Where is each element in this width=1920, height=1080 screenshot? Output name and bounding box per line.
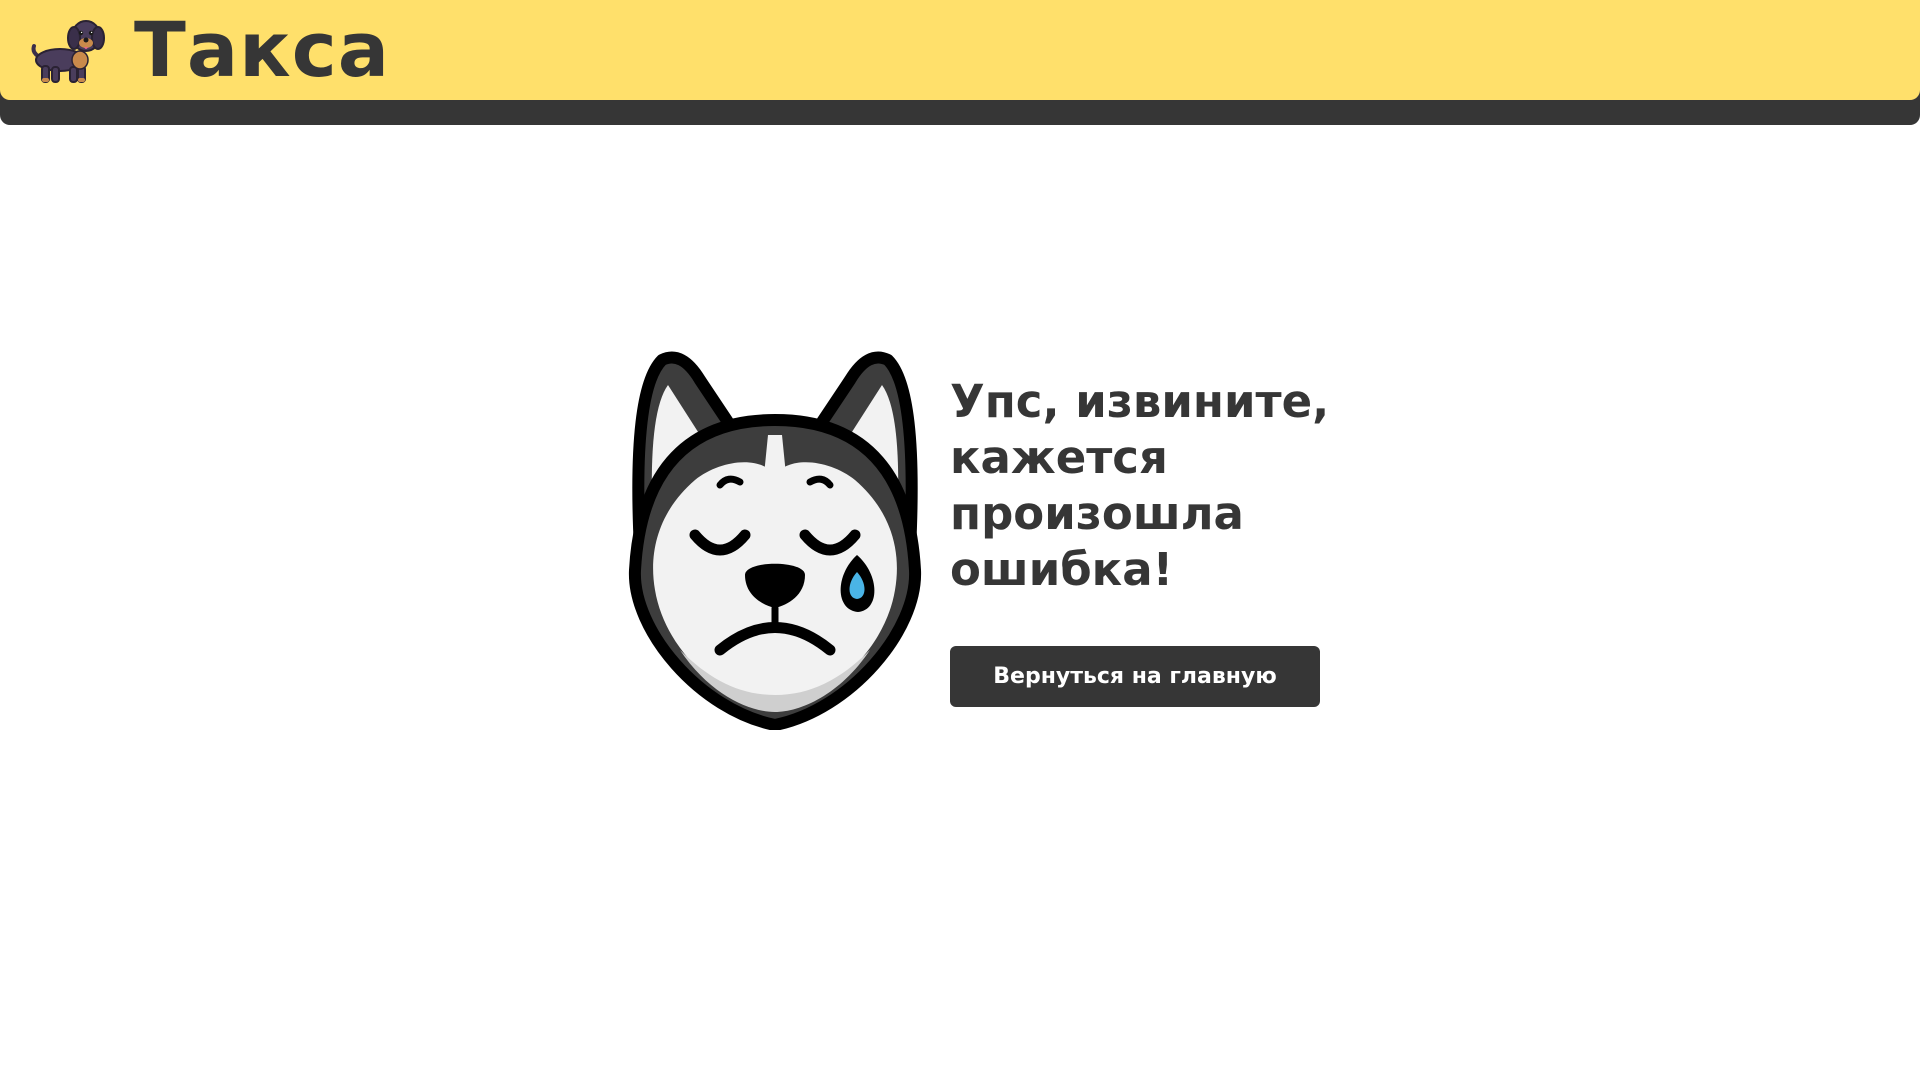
brand-name: Такса [134, 5, 391, 94]
error-content: Упс, извините, кажется произошла ошибка!… [610, 350, 1370, 730]
logo-link[interactable]: Такса [30, 12, 390, 88]
error-message-block: Упс, извините, кажется произошла ошибка!… [950, 374, 1370, 707]
back-home-button[interactable]: Вернуться на главную [950, 645, 1320, 707]
sad-husky-icon [628, 351, 922, 730]
site-header: Такса [0, 0, 1920, 125]
header-bar: Такса [0, 0, 1920, 100]
error-message: Упс, извините, кажется произошла ошибка! [950, 374, 1330, 596]
dachshund-icon [31, 20, 105, 83]
